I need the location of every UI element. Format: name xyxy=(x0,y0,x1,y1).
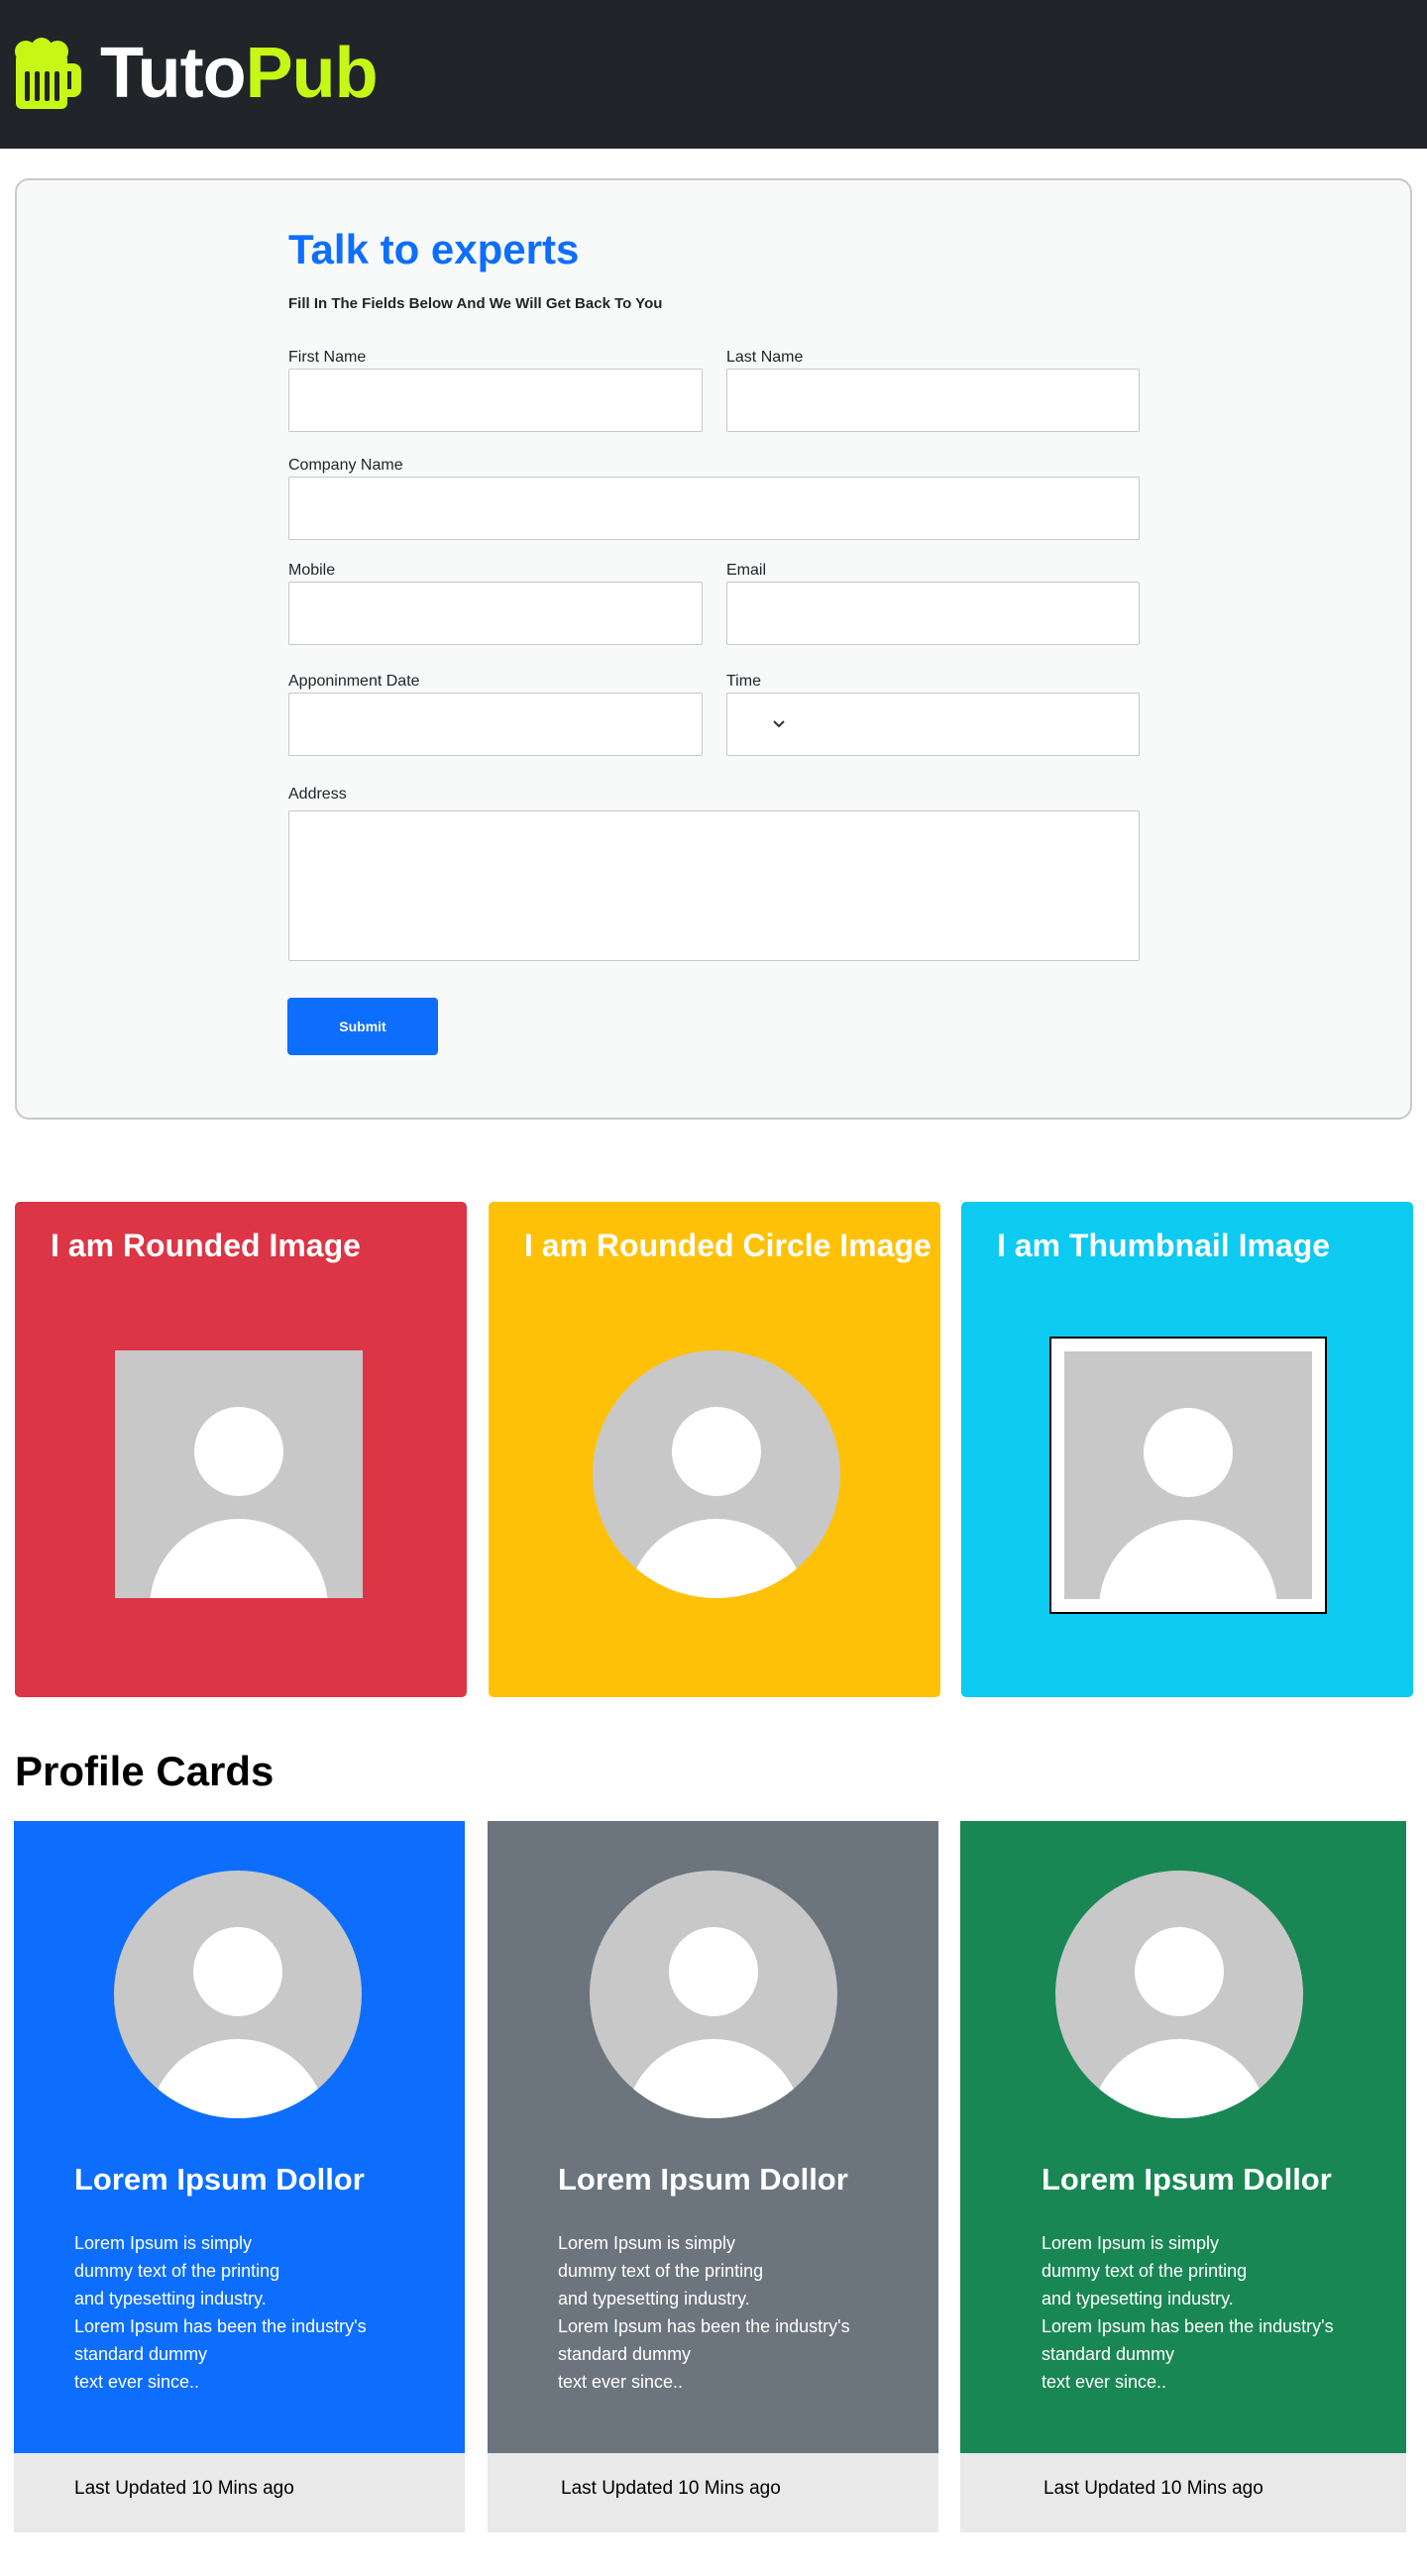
description-line: standard dummy xyxy=(1042,2344,1175,2364)
description-line: and typesetting industry. xyxy=(1042,2289,1234,2308)
card-title: I am Thumbnail Image xyxy=(997,1228,1331,1263)
description-line: and typesetting industry. xyxy=(74,2289,267,2308)
thumbnail-image-card: I am Thumbnail Image xyxy=(961,1202,1413,1697)
description-line: text ever since.. xyxy=(1042,2372,1167,2392)
user-placeholder-icon xyxy=(1055,1871,1303,2118)
profile-card[interactable]: Lorem Ipsum Dollor Lorem Ipsum is simply… xyxy=(960,1821,1406,2532)
description-line: Lorem Ipsum is simply xyxy=(74,2233,253,2253)
profile-card[interactable]: Lorem Ipsum Dollor Lorem Ipsum is simply… xyxy=(14,1821,465,2532)
appointment-date-input[interactable] xyxy=(288,693,703,756)
description-line: Lorem Ipsum is simply xyxy=(1042,2233,1220,2253)
form-subtitle: Fill In The Fields Below And We Will Get… xyxy=(288,295,663,312)
appointment-date-label: Apponinment Date xyxy=(288,673,420,690)
profile-card-footer: Last Updated 10 Mins ago xyxy=(960,2453,1406,2532)
description-line: Lorem Ipsum has been the industry's xyxy=(1042,2316,1334,2336)
last-updated-text: Last Updated 10 Mins ago xyxy=(561,2478,781,2499)
logo-text-tuto: Tuto xyxy=(100,34,247,113)
description-line: text ever since.. xyxy=(74,2372,200,2392)
address-textarea[interactable] xyxy=(288,810,1140,961)
address-label: Address xyxy=(288,786,347,803)
card-title: I am Rounded Image xyxy=(51,1228,361,1263)
last-updated-text: Last Updated 10 Mins ago xyxy=(1043,2478,1263,2499)
rounded-image-card: I am Rounded Image xyxy=(15,1202,467,1697)
email-label: Email xyxy=(726,562,767,579)
profile-card[interactable]: Lorem Ipsum Dollor Lorem Ipsum is simply… xyxy=(488,1821,938,2532)
description-line: Lorem Ipsum has been the industry's xyxy=(558,2316,850,2336)
user-placeholder-icon xyxy=(590,1871,837,2118)
mobile-label: Mobile xyxy=(288,562,336,579)
logo-text-pub: Pub xyxy=(245,34,379,113)
description-line: standard dummy xyxy=(558,2344,692,2364)
first-name-input[interactable] xyxy=(288,369,703,432)
description-line: text ever since.. xyxy=(558,2372,684,2392)
first-name-label: First Name xyxy=(288,349,367,366)
profile-card-footer: Last Updated 10 Mins ago xyxy=(14,2453,465,2532)
company-name-input[interactable] xyxy=(288,477,1140,540)
time-select[interactable] xyxy=(726,693,1140,756)
section-title: Profile Cards xyxy=(15,1748,274,1794)
card-title: I am Rounded Circle Image xyxy=(524,1228,932,1263)
submit-button[interactable]: Submit xyxy=(287,998,438,1055)
last-updated-text: Last Updated 10 Mins ago xyxy=(74,2478,294,2499)
description-line: standard dummy xyxy=(74,2344,208,2364)
form-title: Talk to experts xyxy=(288,226,580,272)
beer-mug-icon[interactable] xyxy=(14,38,83,111)
last-name-label: Last Name xyxy=(726,349,804,366)
profile-name: Lorem Ipsum Dollor xyxy=(1042,2162,1332,2197)
user-placeholder-icon xyxy=(115,1350,363,1598)
profile-description: Lorem Ipsum is simply dummy text of the … xyxy=(74,2229,411,2396)
description-line: Lorem Ipsum is simply xyxy=(558,2233,736,2253)
chevron-down-icon[interactable] xyxy=(773,719,785,729)
user-placeholder-icon xyxy=(593,1350,840,1598)
description-line: Lorem Ipsum has been the industry's xyxy=(74,2316,367,2336)
time-label: Time xyxy=(726,673,761,690)
description-line: and typesetting industry. xyxy=(558,2289,750,2308)
user-placeholder-icon xyxy=(114,1871,362,2118)
site-logo[interactable]: TutoPub xyxy=(100,30,379,117)
contact-form-card xyxy=(15,178,1412,1120)
site-header: TutoPub xyxy=(0,0,1427,149)
last-name-input[interactable] xyxy=(726,369,1140,432)
company-name-label: Company Name xyxy=(288,457,403,474)
rounded-circle-image-card: I am Rounded Circle Image xyxy=(489,1202,940,1697)
mobile-input[interactable] xyxy=(288,582,703,645)
profile-description: Lorem Ipsum is simply dummy text of the … xyxy=(558,2229,895,2396)
thumbnail-frame xyxy=(1049,1337,1327,1614)
description-line: dummy text of the printing xyxy=(1042,2261,1248,2281)
profile-description: Lorem Ipsum is simply dummy text of the … xyxy=(1042,2229,1378,2396)
description-line: dummy text of the printing xyxy=(558,2261,764,2281)
profile-card-footer: Last Updated 10 Mins ago xyxy=(488,2453,938,2532)
user-placeholder-icon xyxy=(1064,1351,1312,1599)
description-line: dummy text of the printing xyxy=(74,2261,280,2281)
profile-name: Lorem Ipsum Dollor xyxy=(74,2162,365,2197)
email-input[interactable] xyxy=(726,582,1140,645)
profile-name: Lorem Ipsum Dollor xyxy=(558,2162,848,2197)
